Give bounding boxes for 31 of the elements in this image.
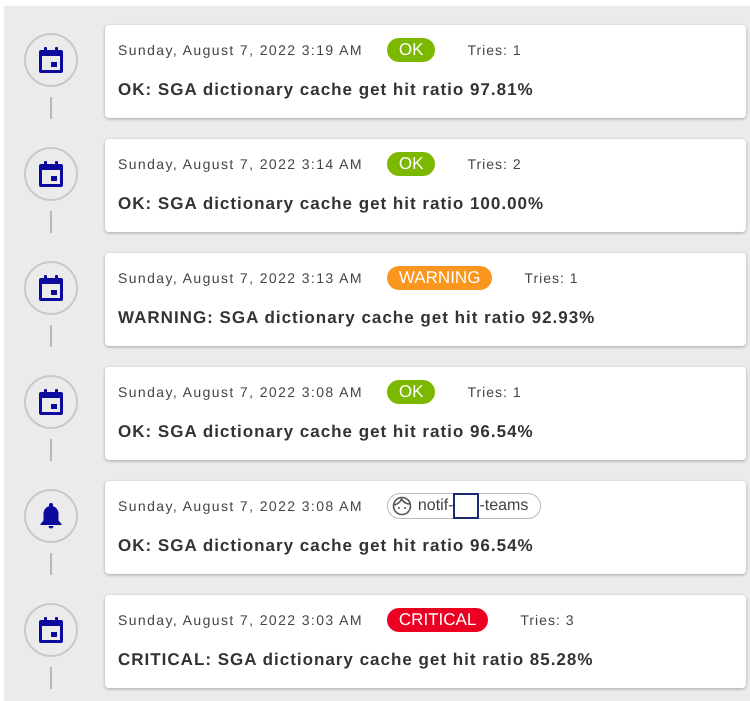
tries-count: Tries: 1 — [467, 382, 522, 402]
tries-count: Tries: 2 — [467, 154, 522, 174]
event-message: OK: SGA dictionary cache get hit ratio 100.00% — [118, 193, 546, 215]
event-message: OK: SGA dictionary cache get hit ratio 97.81% — [118, 79, 535, 101]
event-message: WARNING: SGA dictionary cache get hit ratio 92.93% — [118, 307, 596, 329]
tries-count: Tries: 3 — [520, 610, 575, 630]
timestamp: Sunday, August 7, 2022 3:08 AM — [118, 382, 363, 402]
status-badge: OK — [386, 380, 436, 404]
tries-count: Tries: 1 — [467, 40, 522, 60]
event-message: OK: SGA dictionary cache get hit ratio 96.54% — [118, 421, 535, 443]
status-badge: OK — [386, 152, 436, 176]
contact-name: -teams — [479, 496, 528, 516]
event-message: CRITICAL: SGA dictionary cache get hit ratio 85.28% — [118, 649, 594, 671]
event-message: OK: SGA dictionary cache get hit ratio 96.54% — [118, 535, 535, 557]
timestamp: Sunday, August 7, 2022 3:19 AM — [118, 40, 363, 60]
calendar-icon — [38, 389, 62, 415]
tries-count: Tries: 1 — [524, 268, 579, 288]
timestamp: Sunday, August 7, 2022 3:13 AM — [118, 268, 363, 288]
calendar-icon — [38, 161, 62, 187]
status-badge: CRITICAL — [386, 608, 488, 632]
status-badge: WARNING — [386, 266, 492, 290]
contact-name: notif- — [418, 496, 454, 516]
calendar-icon — [38, 617, 62, 643]
timestamp: Sunday, August 7, 2022 3:03 AM — [118, 610, 363, 630]
timestamp: Sunday, August 7, 2022 3:14 AM — [118, 154, 363, 174]
calendar-icon — [38, 275, 62, 301]
bell-icon — [38, 503, 62, 529]
timestamp: Sunday, August 7, 2022 3:08 AM — [118, 496, 363, 516]
avatar-icon — [392, 496, 412, 516]
calendar-icon — [38, 47, 62, 73]
status-badge: OK — [386, 38, 436, 62]
